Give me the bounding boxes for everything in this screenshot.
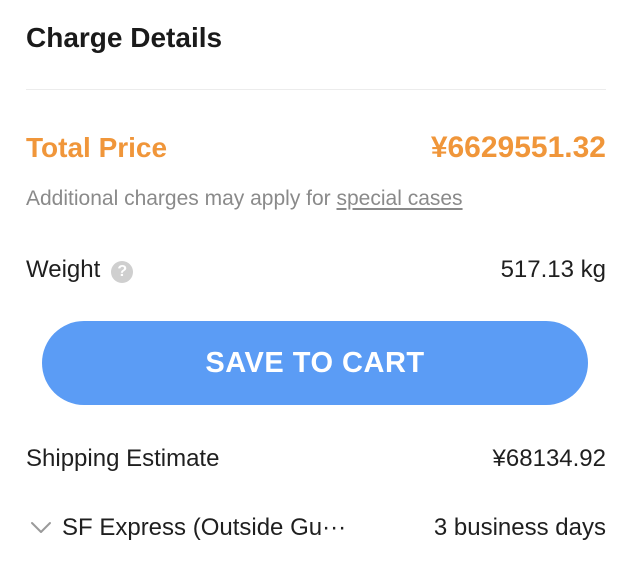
divider — [26, 89, 606, 90]
help-icon[interactable]: ? — [111, 260, 134, 283]
weight-value: 517.13 kg — [500, 256, 606, 283]
shipping-method-group: SF Express (Outside Gu··· — [26, 514, 346, 542]
weight-label-group: Weight ? — [26, 256, 134, 284]
shipping-estimate-label: Shipping Estimate — [26, 445, 220, 472]
save-to-cart-button[interactable]: SAVE TO CART — [42, 321, 588, 405]
shipping-method-name: SF Express (Outside Gu··· — [62, 514, 347, 541]
total-price-row: Total Price ¥6629551.32 — [26, 128, 606, 168]
additional-charges-text: Additional charges may apply for — [26, 187, 337, 210]
chevron-down-icon[interactable] — [30, 521, 52, 535]
total-price-label: Total Price — [26, 132, 168, 163]
weight-row: Weight ? 517.13 kg — [26, 252, 606, 288]
shipping-method-eta: 3 business days — [433, 514, 606, 541]
additional-charges-note: Additional charges may apply for special… — [26, 187, 463, 211]
shipping-estimate-value: ¥68134.92 — [492, 445, 606, 472]
page-title: Charge Details — [26, 22, 223, 53]
shipping-method-selector[interactable]: SF Express (Outside Gu··· 3 business day… — [26, 510, 606, 546]
total-price-value: ¥6629551.32 — [430, 131, 606, 164]
shipping-estimate-row: Shipping Estimate ¥68134.92 — [26, 441, 606, 477]
special-cases-link[interactable]: special cases — [337, 187, 463, 210]
weight-label: Weight — [26, 256, 101, 283]
